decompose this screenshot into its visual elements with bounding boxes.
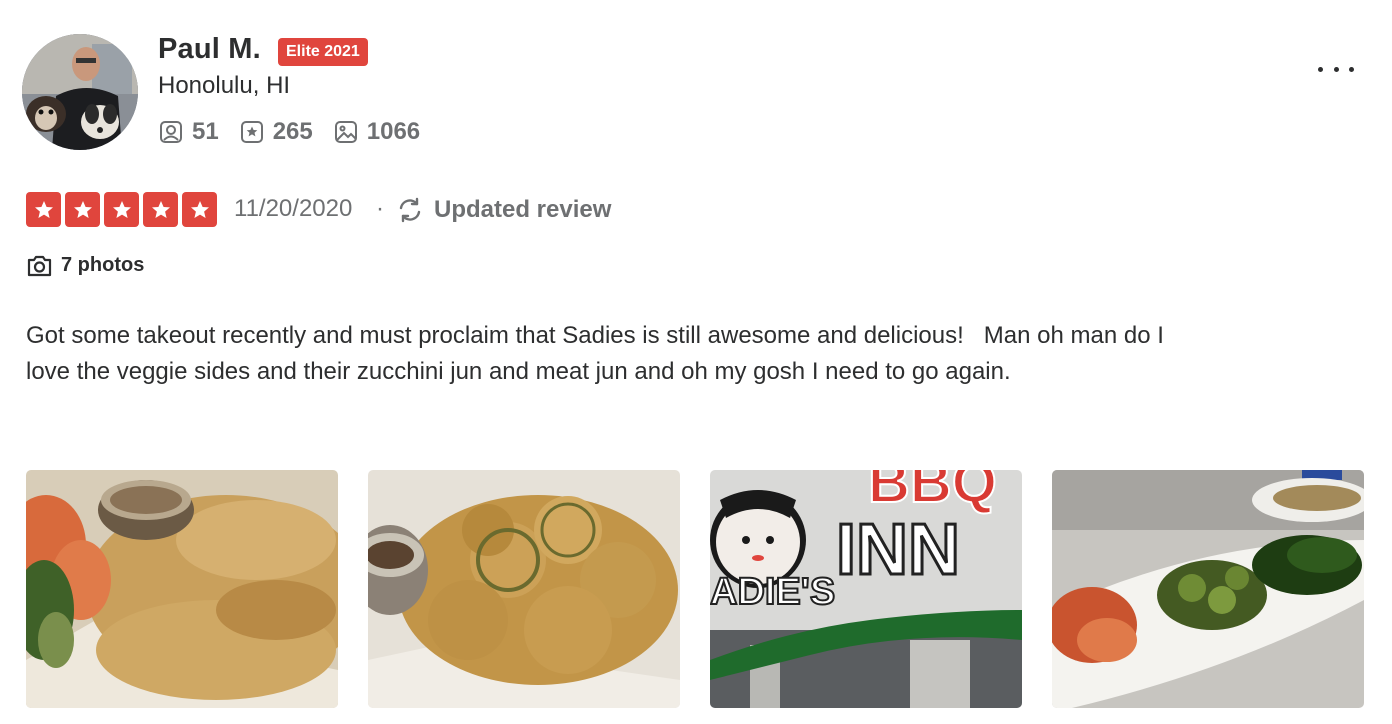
avatar[interactable] [22, 34, 138, 150]
user-name[interactable]: Paul M. [158, 33, 261, 66]
review-photo-veggie-sides[interactable] [1052, 470, 1364, 708]
sign-sadies-text: ADIE'S [710, 571, 835, 613]
more-dot-icon [1333, 66, 1339, 72]
sign-bbq-text: BBQ [868, 470, 997, 515]
refresh-icon [399, 197, 421, 222]
separator-dot: · [376, 195, 384, 222]
reviews-count: 265 [272, 118, 313, 145]
more-dot-icon [1349, 66, 1354, 72]
photos-stat: 1066 [333, 118, 420, 146]
updated-review-link[interactable]: Updated review [396, 192, 611, 227]
star-icon [143, 192, 178, 227]
star-icon [26, 192, 61, 227]
review-photos-link[interactable]: 7 photos [26, 252, 144, 279]
friends-stat: 51 [158, 118, 219, 146]
reviews-stat: 265 [239, 118, 313, 146]
photos-count: 1066 [366, 118, 421, 145]
star-icon [65, 192, 100, 227]
more-dot-icon [1318, 66, 1323, 72]
review-text: Got some takeout recently and must procl… [26, 322, 1171, 385]
review-photo-zucchini-jun[interactable] [368, 470, 680, 708]
star-icon [104, 192, 139, 227]
star-rating [26, 192, 221, 227]
camera-icon [27, 255, 52, 277]
star-icon [182, 192, 217, 227]
review-photo-meat-jun[interactable] [26, 470, 338, 708]
friends-count: 51 [192, 118, 219, 145]
friends-icon [160, 121, 182, 143]
review-photo-sadies-bbq-inn-sign[interactable]: BBQ INN ADIE'S [710, 470, 1022, 708]
review-date: 11/20/2020 [234, 195, 353, 222]
updated-review-label: Updated review [434, 195, 612, 223]
reviews-icon [240, 121, 263, 143]
photos-count-label: 7 photos [61, 254, 145, 276]
sign-inn-text: INN [836, 510, 960, 590]
elite-badge[interactable]: Elite 2021 [278, 38, 368, 66]
photos-icon [334, 121, 357, 143]
user-location: Honolulu, HI [158, 72, 291, 99]
user-stats: 51 265 1066 [158, 116, 440, 148]
more-options-button[interactable] [1314, 56, 1358, 82]
